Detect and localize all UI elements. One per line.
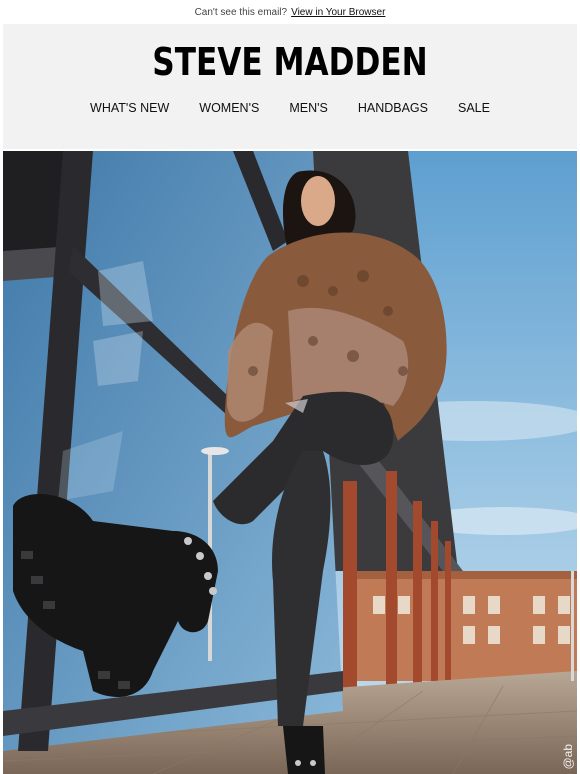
preheader: Can't see this email? View in Your Brows…: [0, 0, 580, 24]
main-nav: WHAT'S NEW WOMEN'S MEN'S HANDBAGS SALE: [3, 101, 577, 115]
preheader-text: Can't see this email?: [194, 6, 288, 18]
nav-whats-new[interactable]: WHAT'S NEW: [90, 101, 169, 115]
view-in-browser-link[interactable]: View in Your Browser: [291, 7, 385, 18]
email-header: STEVE MADDEN WHAT'S NEW WOMEN'S MEN'S HA…: [3, 24, 577, 149]
steve-madden-logo[interactable]: STEVE MADDEN: [55, 40, 526, 84]
hero-photo: [3, 151, 577, 774]
nav-womens[interactable]: WOMEN'S: [199, 101, 259, 115]
nav-mens[interactable]: MEN'S: [289, 101, 328, 115]
nav-sale[interactable]: SALE: [458, 101, 490, 115]
photo-credit: @ab: [561, 744, 575, 770]
nav-handbags[interactable]: HANDBAGS: [358, 101, 428, 115]
hero-image[interactable]: @ab: [3, 151, 577, 774]
